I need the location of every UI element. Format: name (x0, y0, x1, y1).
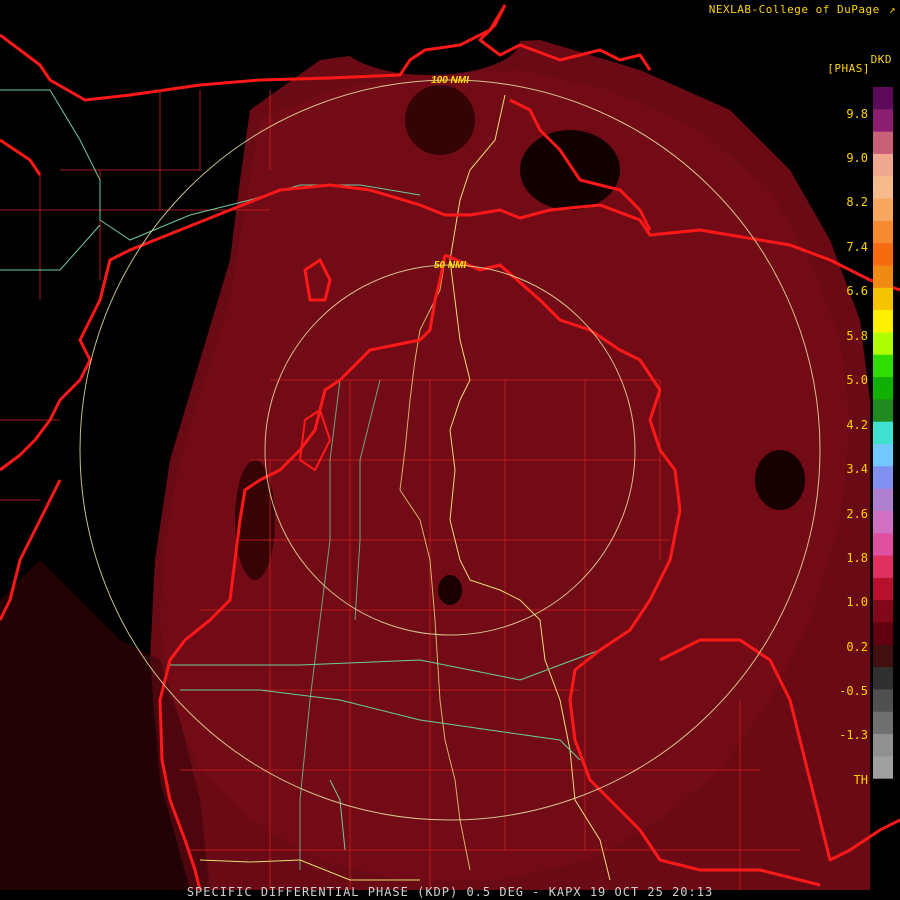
legend-swatch (873, 756, 893, 780)
legend-swatch (873, 354, 893, 378)
legend-swatch (873, 689, 893, 713)
legend-swatch (873, 600, 893, 623)
legend-swatch (873, 667, 893, 690)
legend-tick-label: -0.5 (839, 684, 868, 698)
legend-tick-label: 5.8 (846, 329, 868, 343)
legend-tick-label: 6.6 (846, 284, 868, 298)
legend-swatch (873, 87, 893, 110)
range-ring-label-100: 100 NMI (431, 75, 469, 86)
product-caption: SPECIFIC DIFFERENTIAL PHASE (KDP) 0.5 DE… (186, 885, 714, 899)
legend-tick-label: 4.2 (846, 418, 868, 432)
legend-swatch (873, 265, 893, 289)
legend-swatch (873, 243, 893, 266)
legend-swatch (873, 287, 893, 311)
legend-swatch (873, 622, 893, 646)
legend-swatch (873, 332, 893, 356)
legend-swatch (873, 778, 893, 801)
legend-swatch (873, 176, 893, 200)
legend-swatch (873, 488, 893, 512)
legend-swatch (873, 555, 893, 579)
legend-tick-label: 3.4 (846, 462, 868, 476)
legend-tick-label: 5.0 (846, 373, 868, 387)
legend-swatch (873, 220, 893, 244)
product-code: DKD (870, 53, 892, 66)
legend-tick-label: 8.2 (846, 195, 868, 209)
legend-swatch (873, 377, 893, 400)
legend-tick-label: 9.0 (846, 151, 868, 165)
legend-swatch (873, 421, 893, 445)
legend-swatch (873, 510, 893, 534)
color-legend-bar (873, 87, 893, 801)
legend-tick-label: TH (853, 773, 868, 787)
legend-swatch (873, 310, 893, 333)
legend-tick-label: 7.4 (846, 240, 868, 254)
legend-swatch (873, 711, 893, 735)
legend-tick-label: -1.3 (839, 728, 868, 742)
radar-map: 100 NMI 50 NMI (0, 4, 900, 891)
legend-tick-label: 1.0 (846, 595, 868, 609)
credit-text: NEXLAB-College of DuPage (708, 3, 880, 16)
credit-line: NEXLAB-College of DuPage ↗ (709, 4, 896, 16)
legend-tick-label: 0.2 (846, 640, 868, 654)
legend-swatch (873, 131, 893, 155)
legend-tick-label: 2.6 (846, 507, 868, 521)
legend-swatch (873, 734, 893, 757)
legend-swatch (873, 444, 893, 467)
legend-swatch (873, 644, 893, 668)
legend-swatch (873, 153, 893, 177)
legend-swatch (873, 109, 893, 133)
legend-tick-label: 1.8 (846, 551, 868, 565)
units-label: [PHAS] (827, 62, 870, 75)
legend-swatch (873, 577, 893, 601)
legend-swatch (873, 533, 893, 557)
legend-swatch (873, 399, 893, 423)
external-link-icon[interactable]: ↗ (889, 3, 896, 16)
legend-tick-label: 9.8 (846, 107, 868, 121)
legend-swatch (873, 466, 893, 490)
range-ring-label-50: 50 NMI (434, 260, 466, 271)
legend-swatch (873, 198, 893, 222)
